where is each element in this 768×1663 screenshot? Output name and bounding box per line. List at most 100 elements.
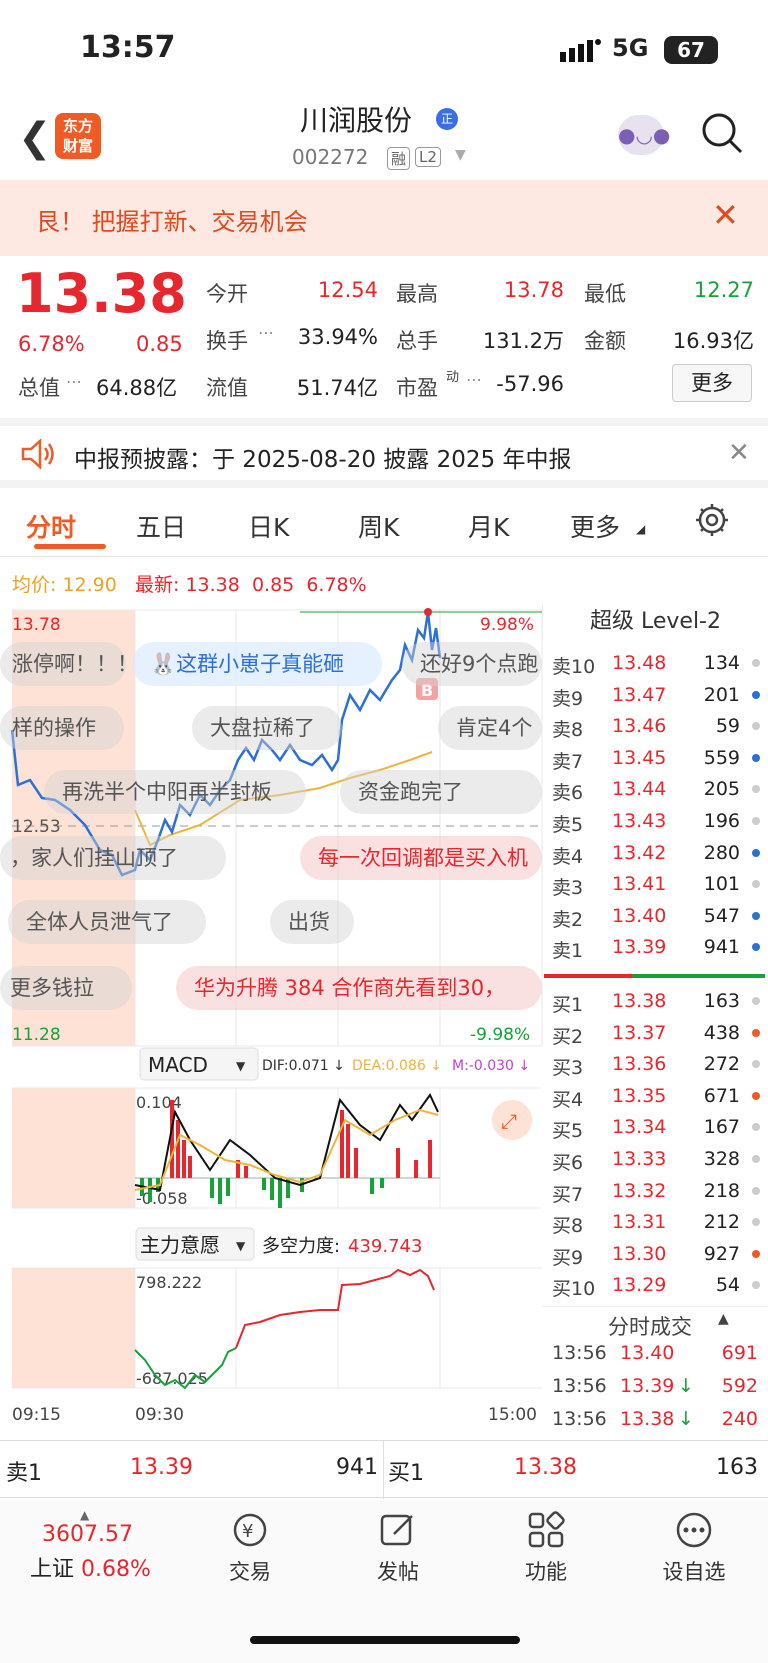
axis-bottom-pct: -9.98% [470,1025,530,1045]
row-label: 买9 [552,1246,584,1269]
order-dot-icon [752,997,760,1005]
tab-intraday[interactable]: 分时 [26,508,76,544]
row-volume: 134 [703,652,740,674]
ask-row[interactable]: 卖7 13.45 559 [542,743,768,774]
latest-value: 13.38 [185,574,240,596]
danmu-comment[interactable]: 每一次回调都是买入机 [300,836,542,880]
ask-row[interactable]: 卖10 13.48 134 [542,648,768,679]
nav-label: 功能 [525,1560,567,1584]
danmu-text: 这群小崽子真能砸 [176,652,345,676]
order-dot-icon [752,911,760,920]
info-icon[interactable]: ⋯ [66,372,82,391]
nav-label: 发帖 [377,1560,419,1584]
float-label: 流值 [206,376,248,400]
macd-dea: DEA:0.086 ↓ [352,1058,442,1074]
tab-monthly-k[interactable]: 月K [468,508,509,544]
row-price: 13.30 [612,1242,667,1265]
bid-row[interactable]: 买10 13.29 54 [542,1270,768,1301]
danmu-comment[interactable]: 全体人员泄气了 [8,900,206,944]
gear-icon[interactable] [694,502,730,542]
latest-change: 0.85 [251,574,295,596]
row-price: 13.47 [612,683,667,706]
nav-customize[interactable]: 设自选 [634,1510,754,1586]
level2-header[interactable]: 超级 Level-2 [542,604,768,640]
chevron-down-icon[interactable]: ▼ [455,147,466,163]
info-icon[interactable]: ⋯ [258,323,274,342]
ask-row[interactable]: 卖8 13.46 59 [542,711,768,742]
nav-functions[interactable]: 功能 [486,1510,606,1586]
promo-banner[interactable]: 艮！ 把握打新、交易机会 ✕ [0,180,768,256]
search-icon[interactable] [700,111,744,159]
row-price: 13.45 [612,746,667,769]
danmu-comment[interactable]: 样的操作 [0,706,124,750]
info-icon[interactable]: ⋯ [466,370,482,389]
index-value: 3607.57 [42,1522,133,1547]
danmu-comment[interactable]: 肯定4个 [438,706,542,750]
robot-assistant-icon[interactable]: ●◡● [618,115,670,155]
order-dot-icon [752,1028,760,1037]
tab-weekly-k[interactable]: 周K [358,508,399,544]
index-widget[interactable]: ▲ 3607.57 上证 0.68% [30,1508,170,1583]
trades-title: 分时成交 [608,1315,692,1339]
tab-five-day[interactable]: 五日 [136,508,186,544]
row-volume: 196 [703,810,740,832]
nav-post[interactable]: 发帖 [338,1510,458,1586]
more-quote-button[interactable]: 更多 [672,364,752,402]
ask-row[interactable]: 卖2 13.40 547 [542,901,768,932]
trades-header[interactable]: 分时成交 ▲ [542,1306,768,1339]
ask-row[interactable]: 卖1 13.39 941 [542,932,768,963]
nav-trade[interactable]: ¥ 交易 [190,1510,310,1586]
bid-row[interactable]: 买3 13.36 272 [542,1049,768,1080]
danmu-comment[interactable]: 华为升腾 384 合作商先看到30， [176,966,542,1010]
axis-mid-price: 12.53 [12,817,61,837]
notice-bar[interactable]: 中报预披露：于 2025-08-20 披露 2025 年中报 ✕ [0,418,768,488]
tab-daily-k[interactable]: 日K [248,508,289,544]
latest-pct: 6.78% [306,574,367,596]
danmu-comment[interactable]: 再洗半个中阳再半封板 [44,770,306,814]
bid-row[interactable]: 买5 13.34 167 [542,1112,768,1143]
close-icon[interactable]: ✕ [712,196,739,234]
ask-row[interactable]: 卖4 13.42 280 [542,838,768,869]
bid1-price: 13.38 [514,1455,577,1480]
home-indicator[interactable] [250,1636,520,1644]
row-label: 卖4 [552,845,584,868]
bid-row[interactable]: 买4 13.35 671 [542,1081,768,1112]
danmu-comment[interactable]: 还好9个点跑 [402,642,542,686]
order-dot-icon [752,1218,760,1227]
app-logo[interactable]: 东方 财富 [55,113,101,159]
trade-price: 13.39 [620,1375,675,1397]
ask-row[interactable]: 卖3 13.41 101 [542,869,768,900]
bid-row[interactable]: 买1 13.38 163 [542,986,768,1017]
ask-row[interactable]: 卖9 13.47 201 [542,680,768,711]
tab-more[interactable]: 更多 [570,508,620,544]
danmu-comment[interactable]: 更多钱拉 [0,966,132,1010]
latest-label: 最新: [134,574,180,596]
ask-row[interactable]: 卖6 13.44 205 [542,774,768,805]
row-price: 13.46 [612,715,667,738]
danmu-comment[interactable]: 涨停啊！！！ [0,642,126,686]
ask-row[interactable]: 卖5 13.43 196 [542,806,768,837]
row-label: 买10 [552,1278,596,1301]
index-pct: 0.68% [81,1557,151,1582]
down-arrow-icon: ↓ [678,1375,694,1397]
trade-row: 13:56 13.38 ↓ 240 [542,1404,768,1435]
danmu-comment[interactable]: 资金跑完了 [340,770,542,814]
danmu-comment[interactable]: ，家人们挂山顶了 [0,836,226,880]
row-price: 13.37 [612,1021,667,1044]
bid-row[interactable]: 买6 13.33 328 [542,1144,768,1175]
bid-row[interactable]: 买2 13.37 438 [542,1018,768,1049]
bid-row[interactable]: 买9 13.30 927 [542,1239,768,1270]
danmu-comment[interactable]: 🐰这群小崽子真能砸 [132,642,382,686]
row-volume: 54 [715,1274,740,1297]
row-label: 卖6 [552,782,584,805]
danmu-comment[interactable]: 大盘拉稀了 [192,706,342,750]
trade-volume: 691 [721,1342,758,1364]
close-icon[interactable]: ✕ [728,438,750,468]
row-label: 买8 [552,1215,584,1238]
bid-row[interactable]: 买7 13.32 218 [542,1176,768,1207]
danmu-comment[interactable]: 出货 [270,900,354,944]
back-arrow-icon[interactable]: ❮ [18,115,52,161]
row-label: 卖7 [552,750,584,773]
bid-row[interactable]: 买8 13.31 212 [542,1207,768,1238]
banner-text: 艮！ 把握打新、交易机会 [36,208,308,236]
